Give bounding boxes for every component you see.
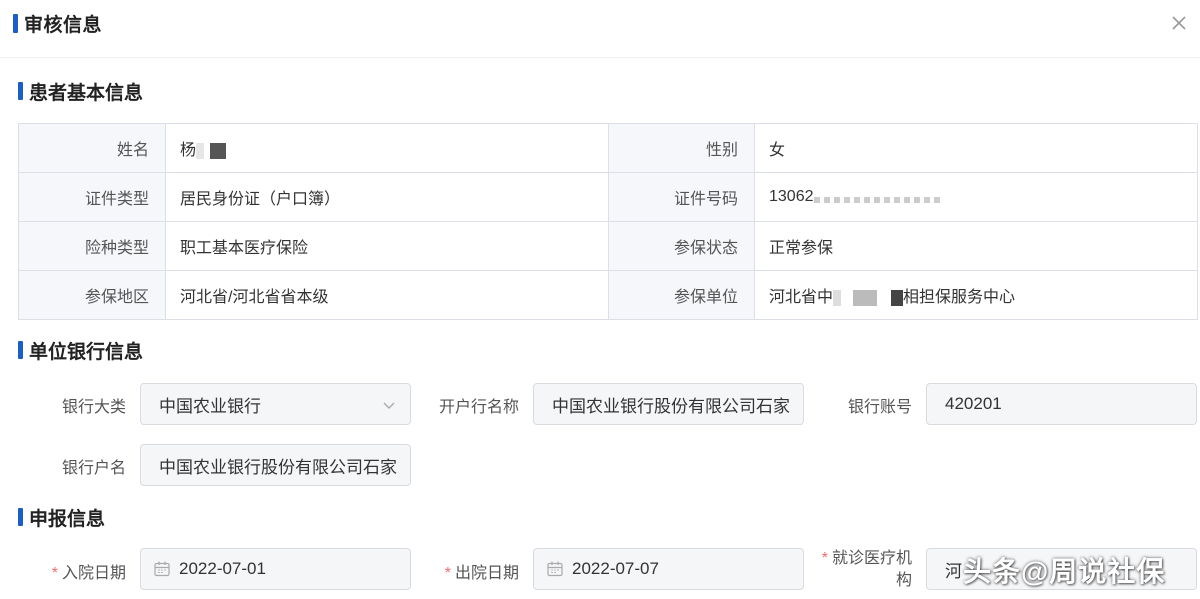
account-number-input[interactable]: 420201: [926, 383, 1197, 425]
required-mark: *: [51, 565, 58, 582]
id-number-label: 证件号码: [608, 172, 755, 222]
insurance-type-value: 职工基本医疗保险: [165, 221, 609, 271]
gender-value: 女: [754, 123, 1198, 173]
branch-name-value: 中国农业银行股份有限公司石家: [552, 396, 790, 416]
dialog-title-text: 审核信息: [24, 14, 103, 36]
dialog-header: 审核信息: [0, 0, 1200, 58]
insured-unit-label: 参保单位: [608, 270, 755, 320]
branch-name-input[interactable]: 中国农业银行股份有限公司石家: [533, 383, 804, 425]
patient-info-table: 姓名 杨 性别 女 证件类型 居民身份证（户口簿） 证件号码 13062 险种类…: [18, 123, 1198, 320]
required-mark: *: [821, 550, 828, 567]
admit-date-label: * 入院日期: [30, 559, 126, 583]
section-report-title-text: 申报信息: [29, 508, 106, 530]
insured-unit-text-start: 河北省中: [769, 289, 834, 306]
insurance-region-label: 参保地区: [18, 270, 166, 320]
hospital-label-text-1: 就诊医疗机: [831, 550, 912, 567]
table-row: 证件类型 居民身份证（户口簿） 证件号码 13062: [18, 172, 1198, 222]
name-value: 杨: [165, 123, 609, 173]
section-bank-title-text: 单位银行信息: [29, 341, 144, 363]
name-label: 姓名: [18, 123, 166, 173]
insurance-status-value: 正常参保: [754, 221, 1198, 271]
id-number-redaction: [813, 197, 944, 203]
id-type-label: 证件类型: [18, 172, 166, 222]
watermark: 头条@周说社保: [963, 556, 1166, 587]
gender-label: 性别: [608, 123, 755, 173]
table-row: 参保地区 河北省/河北省省本级 参保单位 河北省中 相担保服务中心: [18, 270, 1198, 320]
account-holder-value: 中国农业银行股份有限公司石家: [159, 457, 397, 477]
chevron-down-icon: [383, 402, 395, 409]
name-redaction: [196, 142, 227, 159]
discharge-date-label: * 出院日期: [420, 559, 519, 583]
required-mark: *: [444, 565, 451, 582]
discharge-date-label-text: 出院日期: [454, 565, 519, 582]
hospital-label: * 就诊医疗机 构: [808, 548, 912, 592]
branch-name-label: 开户行名称: [438, 399, 519, 416]
account-holder-label: 银行户名: [61, 460, 126, 477]
id-number-value: 13062: [754, 172, 1198, 222]
section-accent-bar: [18, 341, 23, 359]
bank-category-label: 银行大类: [61, 399, 126, 416]
close-icon: [1172, 16, 1186, 30]
admit-date-label-text: 入院日期: [61, 565, 126, 582]
table-row: 姓名 杨 性别 女: [18, 123, 1198, 173]
section-accent-bar: [18, 508, 23, 526]
hospital-label-line-2: 构: [895, 572, 912, 589]
table-row: 险种类型 职工基本医疗保险 参保状态 正常参保: [18, 221, 1198, 271]
title-accent-bar: [13, 13, 18, 33]
insured-unit-text-end: 相担保服务中心: [903, 289, 1016, 306]
section-accent-bar: [18, 82, 23, 100]
section-patient-title-text: 患者基本信息: [29, 82, 144, 104]
account-holder-input[interactable]: 中国农业银行股份有限公司石家: [140, 444, 411, 486]
discharge-date-picker[interactable]: 2022-07-07: [533, 548, 804, 590]
insurance-region-value: 河北省/河北省省本级: [165, 270, 609, 320]
section-patient-title: 患者基本信息: [18, 78, 143, 104]
id-type-value: 居民身份证（户口簿）: [165, 172, 609, 222]
insurance-status-label: 参保状态: [608, 221, 755, 271]
calendar-icon: [547, 561, 563, 577]
close-button[interactable]: [1168, 12, 1190, 34]
id-number-text: 13062: [769, 188, 814, 205]
section-report-title: 申报信息: [18, 504, 105, 530]
discharge-date-value: 2022-07-07: [572, 559, 659, 578]
insurance-type-label: 险种类型: [18, 221, 166, 271]
hospital-label-line-1: * 就诊医疗机: [808, 548, 912, 570]
dialog-title: 审核信息: [13, 10, 102, 36]
hospital-value: 河: [945, 561, 962, 581]
insured-unit-value: 河北省中 相担保服务中心: [754, 270, 1198, 320]
calendar-icon: [154, 561, 170, 577]
name-text: 杨: [180, 142, 197, 159]
account-number-label: 银行账号: [847, 399, 912, 416]
insured-unit-redaction: [833, 289, 904, 306]
section-bank-title: 单位银行信息: [18, 337, 143, 363]
bank-category-select[interactable]: 中国农业银行: [140, 383, 411, 425]
admit-date-picker[interactable]: 2022-07-01: [140, 548, 411, 590]
account-number-value: 420201: [945, 394, 1002, 413]
admit-date-value: 2022-07-01: [179, 559, 266, 578]
bank-category-value: 中国农业银行: [159, 396, 261, 416]
